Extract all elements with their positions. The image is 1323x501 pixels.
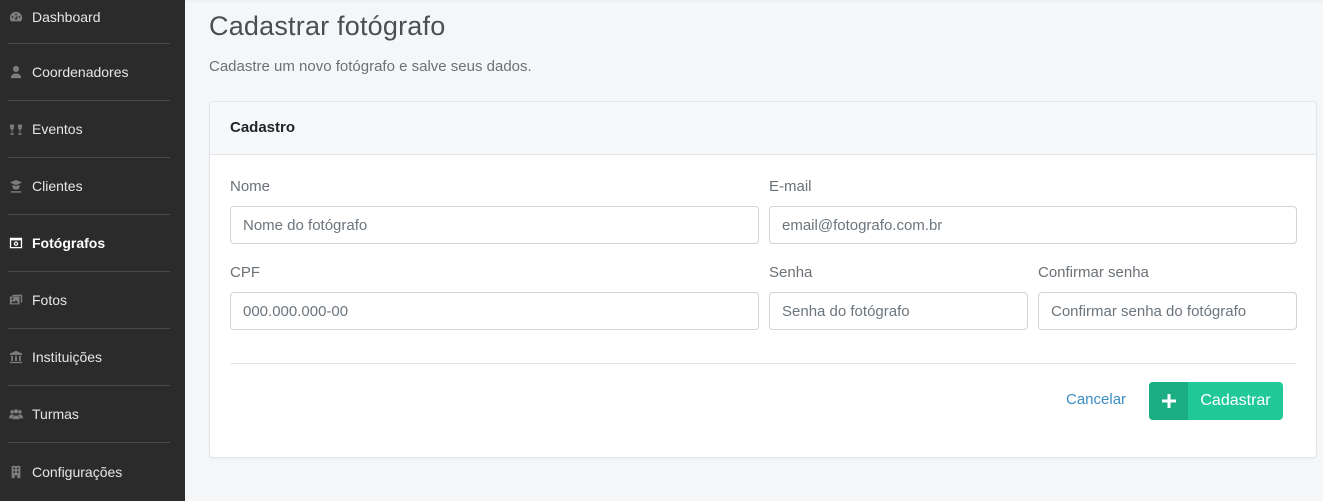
form-divider bbox=[230, 363, 1296, 364]
sidebar-item-coordenadores[interactable]: Coordenadores bbox=[8, 44, 170, 101]
sidebar-item-label: Eventos bbox=[32, 121, 83, 137]
main-content: Cadastrar fotógrafo Cadastre um novo fot… bbox=[185, 0, 1323, 501]
camera-icon bbox=[8, 235, 24, 251]
sidebar-item-turmas[interactable]: Turmas bbox=[8, 386, 170, 443]
submit-button[interactable]: Cadastrar bbox=[1149, 382, 1283, 420]
app-shell: Dashboard Coordenadores Eventos Clientes… bbox=[0, 0, 1323, 501]
graduate-icon bbox=[8, 178, 24, 194]
sidebar: Dashboard Coordenadores Eventos Clientes… bbox=[0, 0, 185, 501]
submit-button-label: Cadastrar bbox=[1200, 392, 1271, 409]
senha-field-group: Senha bbox=[769, 264, 1028, 330]
page-title: Cadastrar fotógrafo bbox=[209, 11, 446, 41]
users-icon bbox=[8, 406, 24, 422]
page-subtitle: Cadastre um novo fotógrafo e salve seus … bbox=[209, 58, 532, 75]
confirmar-senha-label: Confirmar senha bbox=[1038, 264, 1149, 281]
glasses-cheers-icon bbox=[8, 121, 24, 137]
cancel-button[interactable]: Cancelar bbox=[1066, 391, 1126, 408]
sidebar-item-label: Turmas bbox=[32, 406, 79, 422]
dashboard-icon bbox=[8, 9, 24, 25]
sidebar-item-label: Dashboard bbox=[32, 9, 101, 25]
confirmar-senha-input[interactable] bbox=[1038, 292, 1297, 330]
email-field-group: E-mail bbox=[769, 178, 1297, 244]
user-tie-icon bbox=[8, 64, 24, 80]
nome-input[interactable] bbox=[230, 206, 759, 244]
email-input[interactable] bbox=[769, 206, 1297, 244]
email-label: E-mail bbox=[769, 178, 812, 195]
sidebar-item-fotos[interactable]: Fotos bbox=[8, 272, 170, 329]
register-card: Cadastro Nome E-mail CPF Senha bbox=[209, 101, 1317, 458]
sidebar-item-label: Fotógrafos bbox=[32, 235, 106, 251]
sidebar-item-label: Configurações bbox=[32, 463, 123, 480]
senha-label: Senha bbox=[769, 264, 813, 281]
sidebar-item-label: Clientes bbox=[32, 178, 83, 194]
building-icon bbox=[8, 464, 24, 480]
confirmar-senha-field-group: Confirmar senha bbox=[1038, 264, 1297, 330]
nome-field-group: Nome bbox=[230, 178, 759, 244]
cpf-input[interactable] bbox=[230, 292, 759, 330]
sidebar-item-fotografos[interactable]: Fotógrafos bbox=[8, 215, 170, 272]
images-icon bbox=[8, 292, 24, 308]
senha-input[interactable] bbox=[769, 292, 1028, 330]
sidebar-item-label: Coordenadores bbox=[32, 64, 129, 80]
sidebar-item-eventos[interactable]: Eventos bbox=[8, 101, 170, 158]
sidebar-item-label: Fotos bbox=[32, 292, 68, 308]
cpf-field-group: CPF bbox=[230, 264, 759, 330]
sidebar-item-clientes[interactable]: Clientes bbox=[8, 158, 170, 215]
plus-icon bbox=[1149, 382, 1188, 420]
sidebar-item-label: Instituições bbox=[32, 349, 103, 365]
sidebar-item-instituicoes[interactable]: Instituições bbox=[8, 329, 170, 386]
sidebar-item-configuracoes[interactable]: Configurações bbox=[8, 443, 170, 500]
sidebar-item-dashboard[interactable]: Dashboard bbox=[8, 0, 170, 44]
nome-label: Nome bbox=[230, 178, 271, 195]
cpf-label: CPF bbox=[230, 264, 260, 281]
university-icon bbox=[8, 349, 24, 365]
card-header: Cadastro bbox=[210, 102, 1316, 155]
